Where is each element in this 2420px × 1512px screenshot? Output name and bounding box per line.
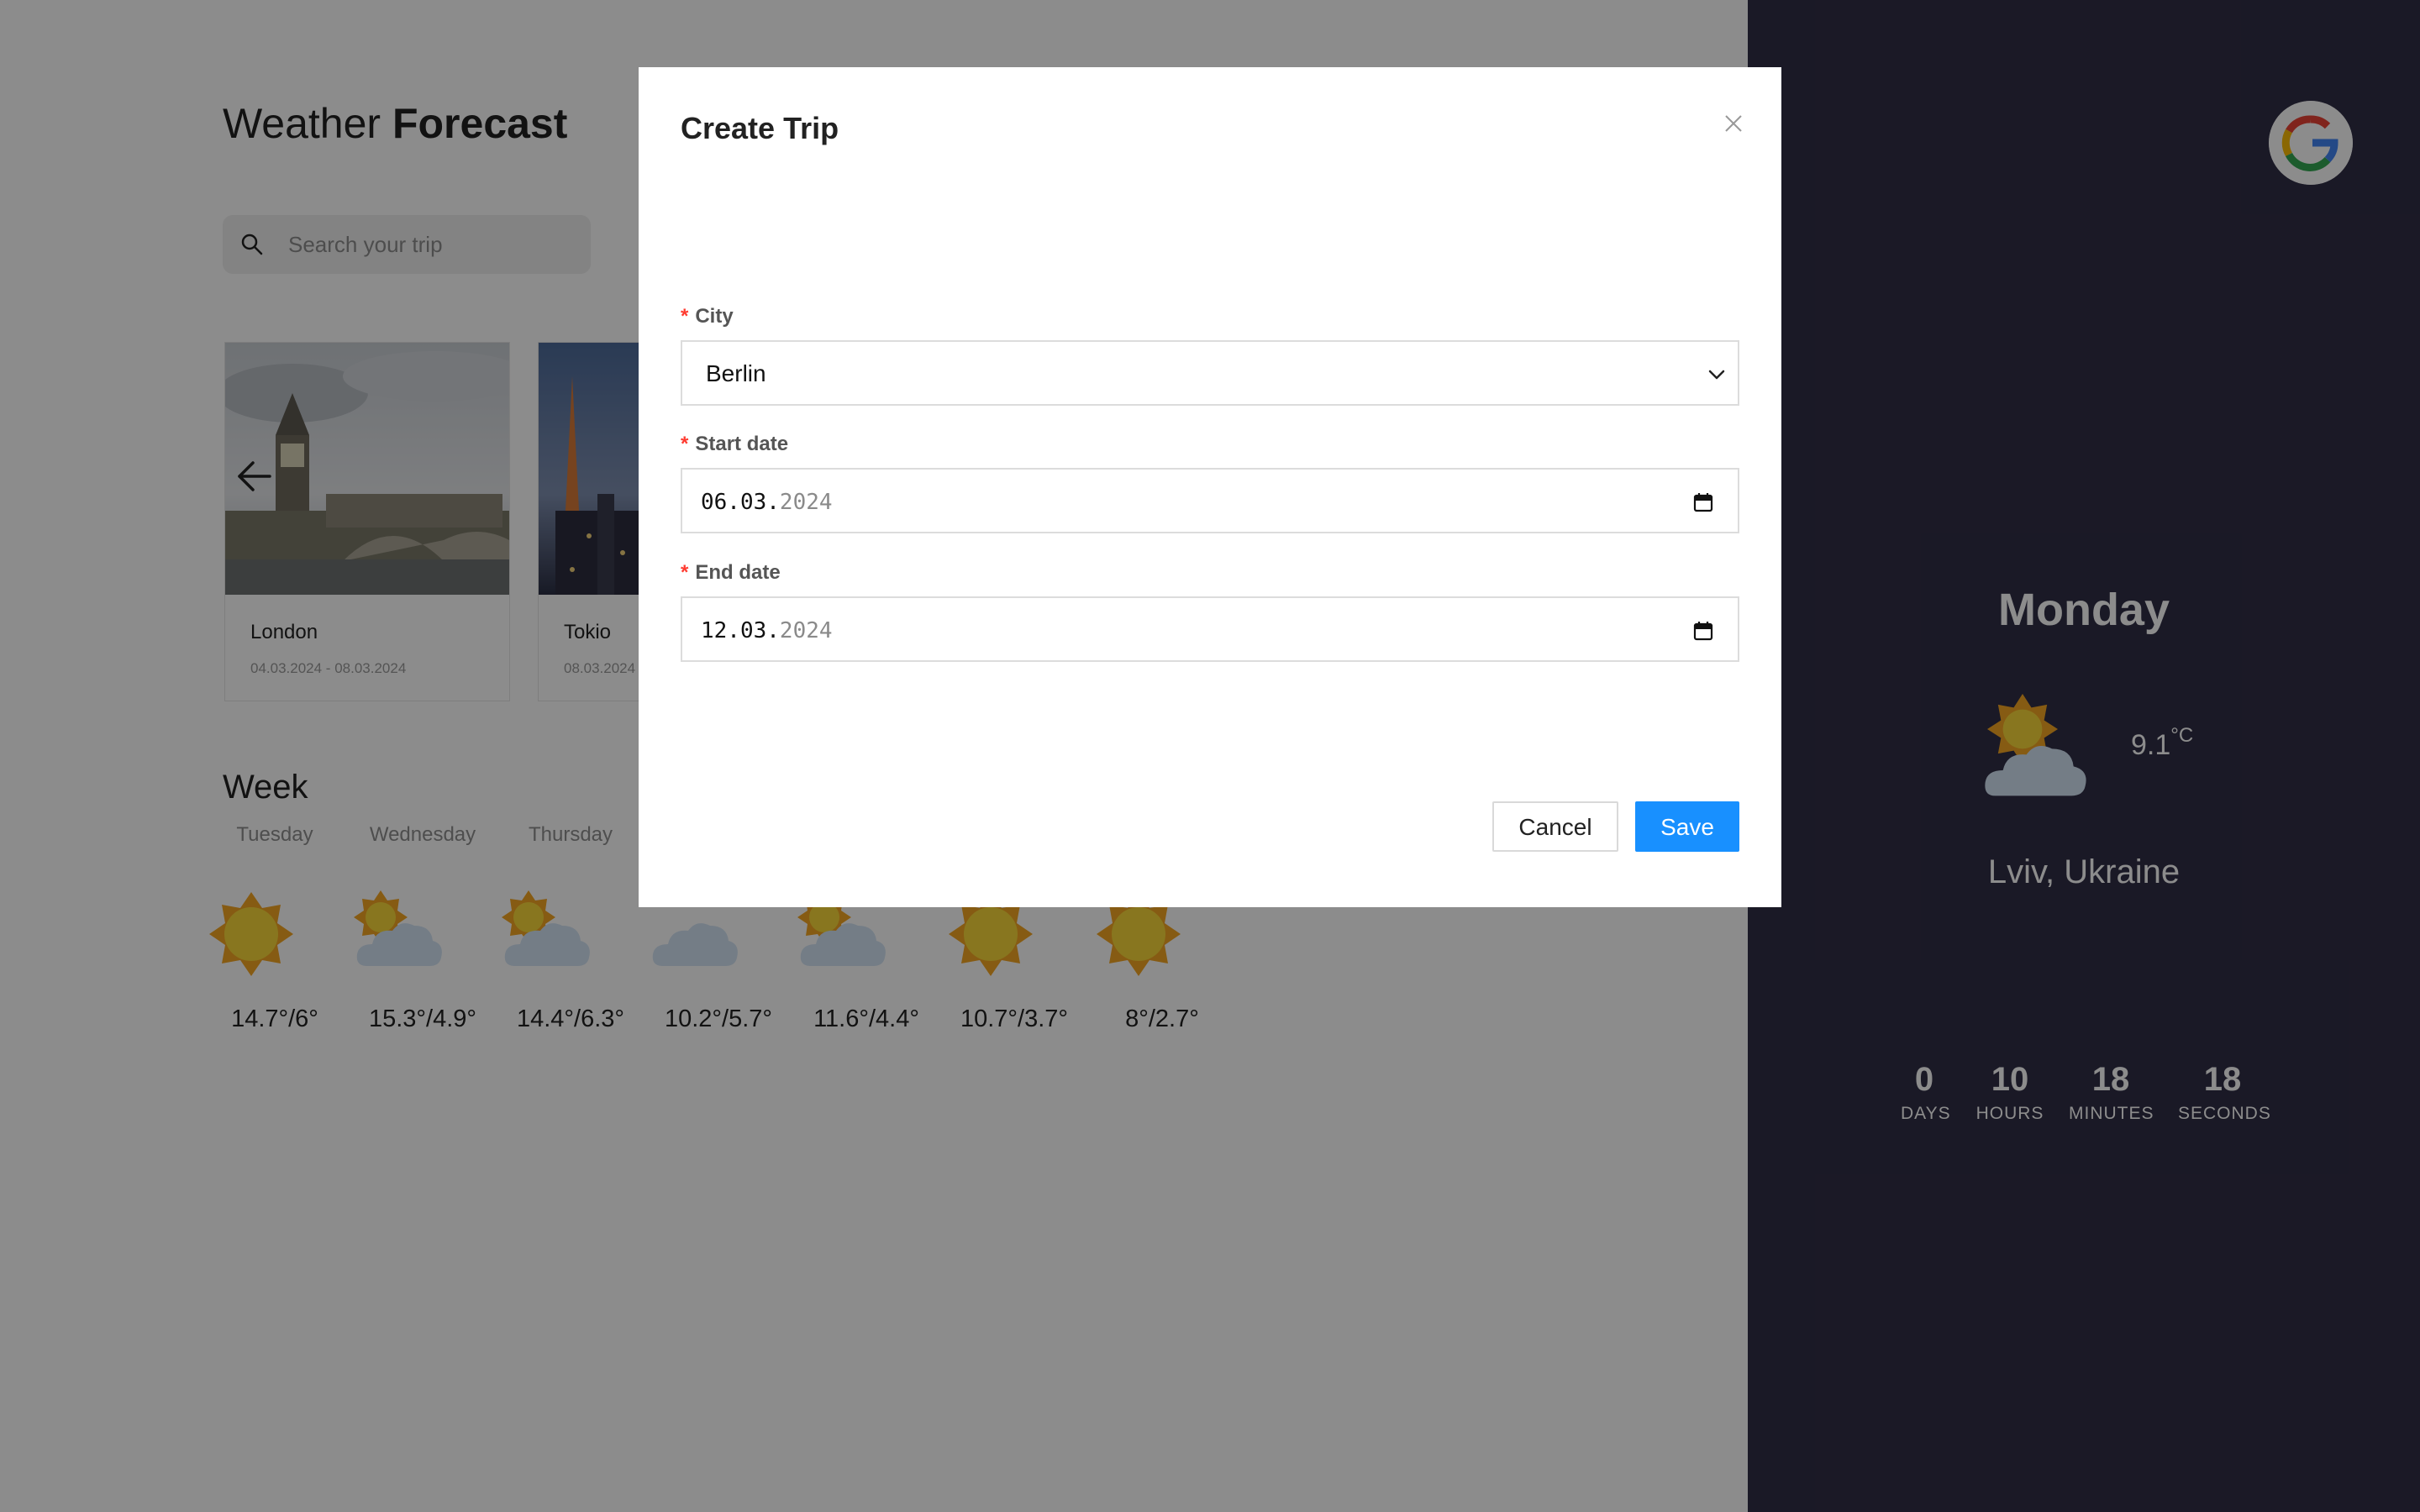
- city-label-text: City: [695, 305, 734, 328]
- start-date-value: 06.03.2024: [701, 490, 833, 515]
- modal-title: Create Trip: [681, 111, 839, 145]
- end-date-value: 12.03.2024: [701, 618, 833, 643]
- city-label: * City: [681, 305, 734, 328]
- end-date-input[interactable]: 12.03.2024: [681, 596, 1739, 662]
- start-date-year: 2024: [779, 490, 833, 515]
- chevron-down-icon: [1708, 370, 1725, 380]
- start-date-label-text: Start date: [695, 433, 789, 455]
- calendar-icon[interactable]: [1692, 491, 1714, 513]
- start-date-input[interactable]: 06.03.2024: [681, 468, 1739, 533]
- close-icon[interactable]: [1721, 111, 1746, 136]
- city-select[interactable]: Berlin: [681, 340, 1739, 406]
- save-button[interactable]: Save: [1635, 801, 1739, 852]
- create-trip-modal: Create Trip * City Berlin * Start date 06.…: [639, 67, 1781, 907]
- required-mark: *: [681, 305, 689, 328]
- end-date-day-month: 12.03.: [701, 618, 780, 643]
- end-date-year: 2024: [779, 618, 833, 643]
- required-mark: *: [681, 561, 689, 584]
- required-mark: *: [681, 433, 689, 455]
- cancel-button[interactable]: Cancel: [1492, 801, 1618, 852]
- city-select-value: Berlin: [706, 360, 766, 386]
- end-date-label-text: End date: [695, 561, 781, 584]
- calendar-icon[interactable]: [1692, 620, 1714, 642]
- end-date-label: * End date: [681, 561, 781, 585]
- start-date-day-month: 06.03.: [701, 490, 780, 515]
- start-date-label: * Start date: [681, 433, 788, 456]
